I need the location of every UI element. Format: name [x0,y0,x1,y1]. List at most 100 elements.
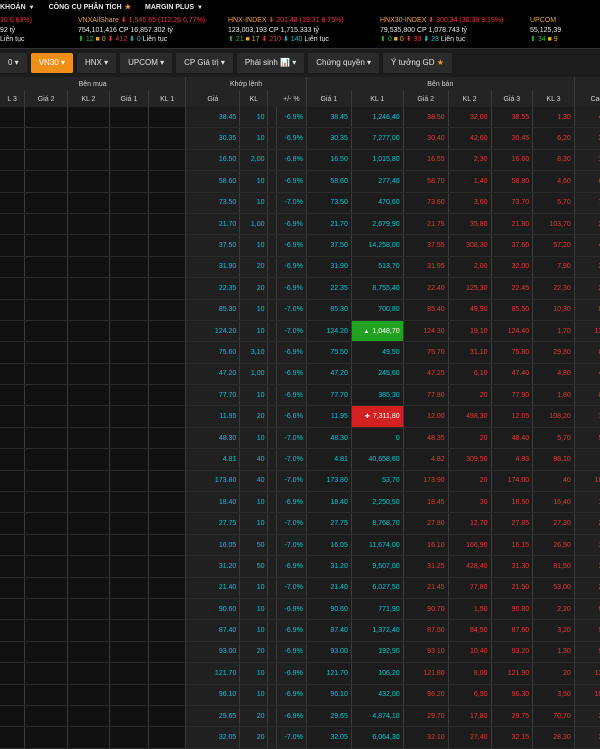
tab-cp-gi-tr-[interactable]: CP Giá trị ▾ [176,53,233,73]
table-row[interactable]: 32.05 20 -7.0% 32.05 6,064,30 32.10 27,40 32.15… [0,726,600,749]
sell-volume-3: 20 [532,662,575,685]
ticker-breadth: ⬆ 12 ■ 0 ⬇ 412 ⬇ 0 Liên tục [78,35,205,45]
sell-volume-1-value: 1,048,70 [372,327,400,335]
ticker-name: VNXAllShare [78,17,119,24]
sell-volume-1: 245,60 [351,363,404,386]
match-change-pct: -6.9% [276,641,307,664]
sell-price-2: 31.25 [403,555,449,578]
table-row[interactable]: 48.3010-7.0%48.30048.352048.405,7050.50 [0,427,600,450]
ticker-change: 10 0.63%) [0,17,32,24]
arrow [267,470,278,493]
tab-hnx[interactable]: HNX ▾ [76,53,117,73]
arrow [267,512,278,535]
table-row[interactable]: 21.70 1,00 -6.9% 21.70 2,679,90 21.75 35,80 21.… [0,213,600,236]
table-row[interactable]: 4.81 40 -7.0% 4.81 40,658,60 4.82 309,50 4.83 98… [0,448,600,471]
buy-cell [0,299,26,321]
sell-volume-3: 1,30 [532,107,575,129]
tab--t-ng-gd[interactable]: Ý tưởng GD ★ [383,53,452,73]
table-row[interactable]: 31.90 20 -6.9% 31.90 513,70 31.95 2,00 32.00 7,9… [0,256,600,279]
buy-cell [109,662,150,685]
sell-volume-2: 2,00 [448,256,492,279]
table-row[interactable]: 77.7010-6.9%77.70385,3077.802077.901,808… [0,384,600,407]
sell-volume-3: 8,30 [532,149,575,172]
match-change-pct: -6.9% [276,598,307,621]
buy-cell [0,277,26,300]
table-row[interactable]: 73.50 10 -7.0% 73.50 470,60 73.60 3,60 73.70 5,7… [0,192,600,214]
ticker-volume: 55,125,39 [530,26,562,34]
table-row[interactable]: 29.65 20 -6.9% 29.65 4,874,10 29.70 17,80 29.75… [0,705,600,728]
tab-vn30[interactable]: VN30 ▾ [30,53,73,73]
index-ticker[interactable]: HNX30-INDEX ⬇ 300.34 (30.39 9.19%) 79,535… [380,16,503,45]
table-row[interactable]: 121.70 10 -6.9% 121.70 106,20 121.80 8,00 121.9… [0,662,600,685]
sell-price-1: 32.05 [306,726,352,749]
table-row[interactable]: 27.75 10 -7.0% 27.75 8,768,70 27.80 12,70 27.85… [0,512,600,535]
sell-volume-1: 385,30 [351,384,404,407]
tab-ph-i-sinh[interactable]: Phái sinh 📊 ▾ [236,53,305,73]
sell-price-1: 27.75 [306,512,352,535]
table-row[interactable]: 173.80 40 -7.0% 173.80 53,70 173.90 20 174.00 40… [0,470,600,493]
table-row[interactable]: 47.20 1,00 -6.9% 47.20 245,60 47.25 6,10 47.40 4… [0,363,600,386]
table-row[interactable]: 124.20 10 -7.0% 124.20 ▲ 1,048,70 124.30 19,10 1… [0,320,600,343]
tab-0[interactable]: 0 ▾ [0,53,27,73]
table-row[interactable]: 37.50 10 -6.9% 37.50 14,258,00 37.55 308,30 37.… [0,234,600,257]
match-volume: 40 [239,448,269,471]
sell-price-1: 21.40 [306,577,352,599]
table-row[interactable]: 75.60 3,10 -6.9% 75.50 49,50 75.70 31,10 75.80 2… [0,341,600,364]
table-row[interactable]: 85.30 10 -7.0% 85.30 700,80 85.40 49,90 85.50 10… [0,299,600,321]
buy-cell [109,234,150,257]
table-row[interactable]: 22.35 20 -6.9% 22.35 8,755,40 22.40 125,30 22.4… [0,277,600,300]
buy-cell [24,256,69,279]
match-price: 18.40 [185,491,241,514]
menu-item[interactable]: MARGIN PLUS ▼ [145,4,203,11]
table-row[interactable]: 90.60 10 -6.9% 90.60 771,90 90.70 1,50 90.80 2,2… [0,598,600,621]
match-volume: 10 [239,127,269,150]
arrow [267,405,278,428]
high-price: 23.10 [574,213,600,236]
buy-cell [24,555,69,578]
sell-volume-3: 103,70 [532,213,575,236]
sell-volume-3: 10,30 [532,299,575,321]
sell-price-1: 124.20 [306,320,352,343]
table-row[interactable]: 58.60 10 -6.9% 58.60 277,40 58.70 1,40 58.80 4,6… [0,170,600,193]
sell-volume-1: 8,768,70 [351,512,404,535]
match-change-pct: -6.8% [276,149,307,172]
index-ticker[interactable]: UPCOM 55,125,39 ⬆ 34 ■ 9 [530,16,561,45]
sell-price-1: 31.90 [306,256,352,279]
sell-volume-3: 57,20 [532,234,575,257]
table-row[interactable]: 93.00 20 -6.9% 93.00 192,90 93.10 10,40 93.20 1,… [0,641,600,664]
tab-upcom[interactable]: UPCOM ▾ [120,53,173,73]
sell-price-2: 93.10 [403,641,449,664]
match-change-pct: -7.0% [276,577,307,599]
sell-price-2: 124.30 [403,320,449,343]
match-volume: 10 [239,577,269,599]
sell-volume-1: 277,40 [351,170,404,193]
sell-volume-2: 1,50 [448,598,492,621]
sell-volume-3: 70,70 [532,705,575,728]
table-row[interactable]: 16.50 2,00 -6.8% 16.50 1,015,80 16.55 2,30 16.6… [0,149,600,172]
table-row[interactable]: 96.10 10 -6.9% 96.10 432,00 96.20 6,90 96.30 3,5… [0,684,600,706]
table-row[interactable]: 31.20 50 -6.9% 31.20 9,507,00 31.25 428,40 31.3… [0,555,600,578]
sell-volume-1: 513,70 [351,256,404,279]
table-row[interactable]: 21.40 10 -7.0% 21.40 6,027,50 21.45 77,80 21.50… [0,577,600,599]
buy-cell [67,448,110,471]
index-ticker[interactable]: HNX-INDEX ⬇ 201.48 (19.31 8.75%) 123,003,… [228,16,344,45]
sell-volume-2: 6,90 [448,684,492,706]
table-row[interactable]: 38.45 10 -6.9% 38.45 1,246,40 38.50 32,00 38.55… [0,107,600,129]
table-row[interactable]: 16.05 50 -7.0% 16.05 11,674,00 16.10 166,90 16.… [0,534,600,557]
index-ticker[interactable]: 10 0.63%) 92 tỷ Liên tục [0,16,32,45]
buy-cell [148,256,187,279]
table-row[interactable]: 11.95 20 -6.6% 11.95 ✚ 7,311,80 12.00 498,30 12.… [0,405,600,428]
index-ticker[interactable]: VNXAllShare ⬇ 1,546.65 (112.26 6.77%) 754… [78,16,205,45]
table-row[interactable]: 18.40 10 -6.9% 18.40 2,250,50 18.45 30 18.50 16,… [0,491,600,514]
star-icon: ★ [434,58,444,67]
table-row[interactable]: 30.35 10 -6.9% 30.35 7,277,00 30.40 42,60 30.45… [0,127,600,150]
table-row[interactable]: 87.40 10 -6.9% 87.40 1,372,40 87.50 84,50 87.60… [0,619,600,642]
sell-price-3: 93.20 [491,641,534,664]
ticker-up-count: 21 [235,36,244,43]
menu-item[interactable]: KHOẢN ▼ [0,4,35,11]
sell-volume-2: 17,80 [448,705,492,728]
menu-item[interactable]: CÔNG CỤ PHÂN TÍCH ★ [49,3,131,11]
tab-ch-ng-quy-n[interactable]: Chứng quyền ▾ [308,53,380,73]
menu-item-label: MARGIN PLUS [145,3,195,11]
ticker-floor-count: 23 [431,36,439,43]
